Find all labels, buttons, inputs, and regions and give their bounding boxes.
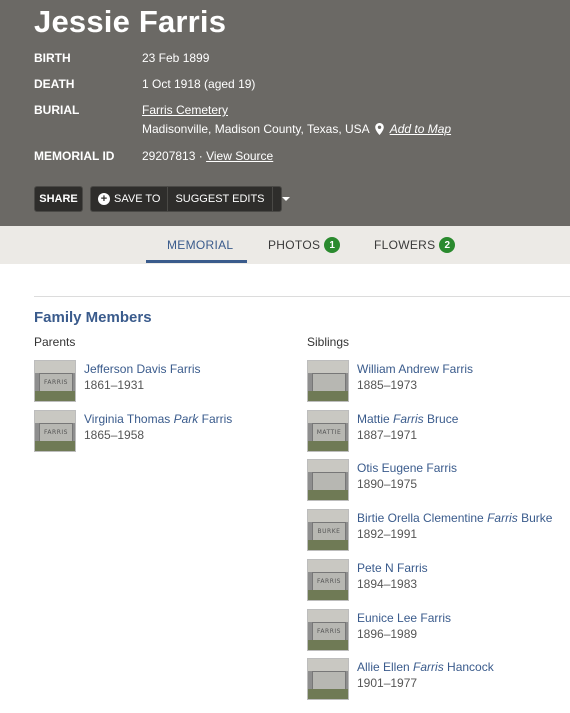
person-name-link[interactable]: Jefferson Davis Farris xyxy=(84,362,200,376)
memorial-id-label: MEMORIAL ID xyxy=(34,149,115,163)
person-name-link[interactable]: Otis Eugene Farris xyxy=(357,461,457,475)
headstone-photo-thumbnail[interactable]: FARRIS xyxy=(307,608,349,651)
person-name-link[interactable]: Pete N Farris xyxy=(357,561,428,575)
sibling-list-item[interactable]: BURKE Birtie Orella Clementine Farris Bur… xyxy=(307,509,570,553)
share-button[interactable]: SHARE xyxy=(34,186,83,212)
birth-value: 23 Feb 1899 xyxy=(142,51,210,65)
save-to-label: SAVE TO xyxy=(114,193,161,205)
tab-flowers[interactable]: FLOWERS 2 xyxy=(374,226,456,264)
memorial-id-value: 29207813 · xyxy=(142,149,203,163)
person-name-link[interactable]: Virginia Thomas Park Farris xyxy=(84,412,232,426)
sibling-list-item[interactable]: Allie Ellen Farris Hancock 1901–1977 xyxy=(307,658,570,702)
save-to-button[interactable]: + SAVE TO xyxy=(91,187,169,211)
person-name-link[interactable]: Mattie Farris Bruce xyxy=(357,412,458,426)
lifespan-dates: 1887–1971 xyxy=(357,427,418,442)
share-label: SHARE xyxy=(39,193,78,205)
headstone-photo-thumbnail[interactable] xyxy=(307,360,349,402)
tab-memorial-label: MEMORIAL xyxy=(167,238,234,252)
photos-count-badge: 1 xyxy=(324,237,341,253)
sibling-list-item[interactable]: MATTIE Mattie Farris Bruce 1887–1971 xyxy=(307,409,570,454)
headstone-photo-thumbnail[interactable] xyxy=(307,658,349,701)
lifespan-dates: 1885–1973 xyxy=(357,378,418,392)
active-tab-indicator xyxy=(146,260,247,263)
person-name: Jessie Farris xyxy=(34,4,227,39)
lifespan-dates: 1861–1931 xyxy=(84,378,145,392)
tab-photos-label: PHOTOS xyxy=(268,238,321,252)
lifespan-dates: 1896–1989 xyxy=(357,626,418,641)
person-name-link[interactable]: William Andrew Farris xyxy=(357,362,473,376)
view-source-link[interactable]: View Source xyxy=(206,149,273,163)
headstone-photo-thumbnail[interactable]: FARRIS xyxy=(34,410,76,452)
death-label: DEATH xyxy=(34,77,75,91)
map-pin-icon xyxy=(375,123,385,135)
sibling-list-item[interactable]: FARRIS Eunice Lee Farris 1896–1989 xyxy=(307,608,570,653)
section-divider xyxy=(34,296,570,297)
plus-circle-icon: + xyxy=(98,193,110,205)
birth-label: BIRTH xyxy=(34,51,71,65)
siblings-heading: Siblings xyxy=(307,335,350,349)
lifespan-dates: 1890–1975 xyxy=(357,477,418,492)
add-to-map-link[interactable]: Add to Map xyxy=(390,122,451,136)
lifespan-dates: 1865–1958 xyxy=(84,428,145,442)
headstone-photo-thumbnail[interactable]: MATTIE xyxy=(307,409,349,452)
person-name-link[interactable]: Eunice Lee Farris xyxy=(357,611,451,625)
headstone-photo-thumbnail[interactable]: FARRIS xyxy=(34,360,76,402)
suggest-edits-button[interactable]: SUGGEST EDITS xyxy=(168,187,273,211)
memorial-tab-bar: MEMORIAL PHOTOS 1 FLOWERS 2 xyxy=(0,226,570,264)
tab-photos[interactable]: PHOTOS 1 xyxy=(268,226,341,264)
person-name-link[interactable]: Allie Ellen Farris Hancock xyxy=(357,660,494,674)
lifespan-dates: 1901–1977 xyxy=(357,676,418,691)
flowers-count-badge: 2 xyxy=(439,237,456,253)
action-button-group: + SAVE TO SUGGEST EDITS xyxy=(90,186,290,212)
sibling-list-item[interactable]: FARRIS Pete N Farris 1894–1983 xyxy=(307,558,570,603)
tab-memorial[interactable]: MEMORIAL xyxy=(167,226,233,264)
burial-location: Madisonville, Madison County, Texas, USA xyxy=(142,122,369,136)
family-members-title: Family Members xyxy=(34,309,152,326)
caret-down-icon xyxy=(281,197,290,201)
cemetery-link[interactable]: Farris Cemetery xyxy=(142,103,228,117)
memorial-header: Jessie Farris BIRTH 23 Feb 1899 DEATH 1 … xyxy=(0,0,570,226)
lifespan-dates: 1894–1983 xyxy=(357,576,418,591)
burial-label: BURIAL xyxy=(34,103,80,117)
sibling-list-item[interactable]: William Andrew Farris 1885–1973 xyxy=(307,360,570,404)
death-value: 1 Oct 1918 (aged 19) xyxy=(142,77,256,91)
more-options-button[interactable] xyxy=(273,187,299,211)
sibling-list-item[interactable]: Otis Eugene Farris 1890–1975 xyxy=(307,459,570,503)
headstone-photo-thumbnail[interactable] xyxy=(307,459,349,502)
headstone-photo-thumbnail[interactable]: BURKE xyxy=(307,509,349,552)
parents-heading: Parents xyxy=(34,335,76,349)
headstone-photo-thumbnail[interactable]: FARRIS xyxy=(307,558,349,601)
tab-flowers-label: FLOWERS xyxy=(374,238,436,252)
person-name-link[interactable]: Birtie Orella Clementine Farris Burke xyxy=(357,511,552,525)
lifespan-dates: 1892–1991 xyxy=(357,527,418,542)
suggest-edits-label: SUGGEST EDITS xyxy=(175,193,265,205)
